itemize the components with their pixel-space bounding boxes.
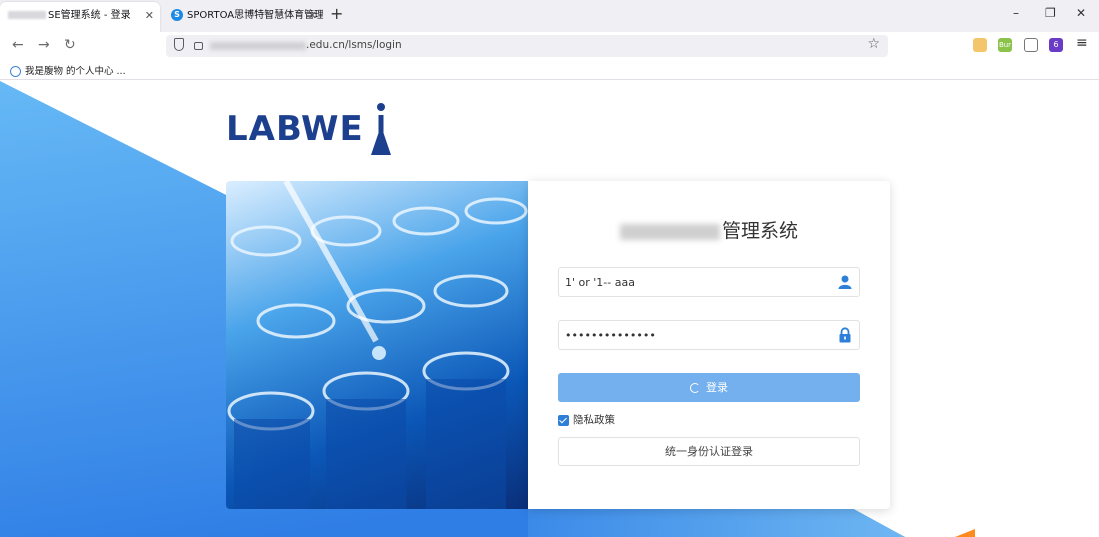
test-tubes-illustration: [227, 181, 528, 509]
privacy-policy-option[interactable]: 隐私政策: [558, 412, 615, 427]
new-tab-button[interactable]: +: [330, 4, 343, 23]
reload-icon[interactable]: ↻: [64, 37, 76, 53]
labwell-logo: LABWE: [226, 109, 364, 149]
menu-icon[interactable]: ≡: [1076, 35, 1088, 51]
forward-arrow-icon[interactable]: →: [38, 37, 50, 53]
lock-icon[interactable]: [837, 327, 853, 343]
lock-icon[interactable]: [194, 42, 203, 50]
system-title: 管理系统: [528, 216, 890, 243]
back-arrow-icon[interactable]: ←: [12, 37, 24, 53]
user-icon[interactable]: [837, 274, 853, 290]
loading-spinner-icon: [690, 383, 700, 393]
bookmark-star-icon[interactable]: ☆: [867, 36, 880, 52]
privacy-checkbox[interactable]: [558, 414, 569, 426]
sportoa-favicon-icon: S: [171, 9, 183, 21]
login-page: LABWE 管理系统 1' or '1-- aaa ••••••••••••••…: [0, 81, 1099, 537]
username-field[interactable]: [558, 267, 860, 297]
bookmark-item[interactable]: 我是腹物 的个人中心 ...: [10, 63, 126, 77]
blurred-title: [8, 11, 46, 19]
privacy-label[interactable]: 隐私政策: [573, 414, 615, 426]
extension-badge-icon[interactable]: 6: [1049, 38, 1063, 52]
tab-sportoa[interactable]: S SPORTOA思博特智慧体育管理 ✕: [163, 2, 323, 32]
bookmark-label: 我是腹物 的个人中心 ...: [25, 66, 126, 77]
blurred-host: [210, 42, 306, 50]
globe-icon: [10, 66, 21, 77]
flask-logo-icon: [371, 103, 391, 155]
blurred-system-name: [619, 223, 720, 240]
username-input[interactable]: [559, 268, 829, 296]
extension-cookie-icon[interactable]: [973, 38, 987, 52]
password-input[interactable]: [559, 321, 829, 349]
login-label: 登录: [706, 381, 728, 394]
restore-button[interactable]: ❐: [1045, 6, 1056, 20]
extension-screenshot-icon[interactable]: [1024, 38, 1038, 52]
bookmarks-bar: 我是腹物 的个人中心 ...: [0, 60, 1099, 80]
extension-bur-icon[interactable]: Bur: [998, 38, 1012, 52]
close-tab-icon[interactable]: ✕: [308, 2, 317, 30]
system-title-label: 管理系统: [721, 220, 798, 242]
tab-bar: SE管理系统 - 登录 ✕ S SPORTOA思博特智慧体育管理 ✕ + – ❐ …: [0, 0, 1099, 32]
password-field[interactable]: [558, 320, 860, 350]
sso-login-button[interactable]: 统一身份认证登录: [558, 437, 860, 466]
minimize-button[interactable]: –: [1013, 6, 1019, 20]
tab-label: SE管理系统 - 登录: [48, 10, 131, 21]
url-text[interactable]: .edu.cn/lsms/login: [306, 39, 402, 51]
close-window-button[interactable]: ✕: [1076, 6, 1086, 20]
address-bar[interactable]: .edu.cn/lsms/login ☆: [166, 35, 888, 57]
lab-image: [226, 181, 528, 509]
shield-icon[interactable]: [174, 38, 184, 51]
navigation-bar: ← → ↻ .edu.cn/lsms/login ☆ Bur 6 ≡: [0, 32, 1099, 60]
tab-login[interactable]: SE管理系统 - 登录 ✕: [0, 2, 160, 32]
login-form: 管理系统 登录 隐私政策 统一身份认证登录: [528, 181, 890, 509]
close-tab-icon[interactable]: ✕: [145, 2, 154, 30]
login-button[interactable]: 登录: [558, 373, 860, 402]
tab-label: SPORTOA思博特智慧体育管理: [187, 10, 323, 21]
